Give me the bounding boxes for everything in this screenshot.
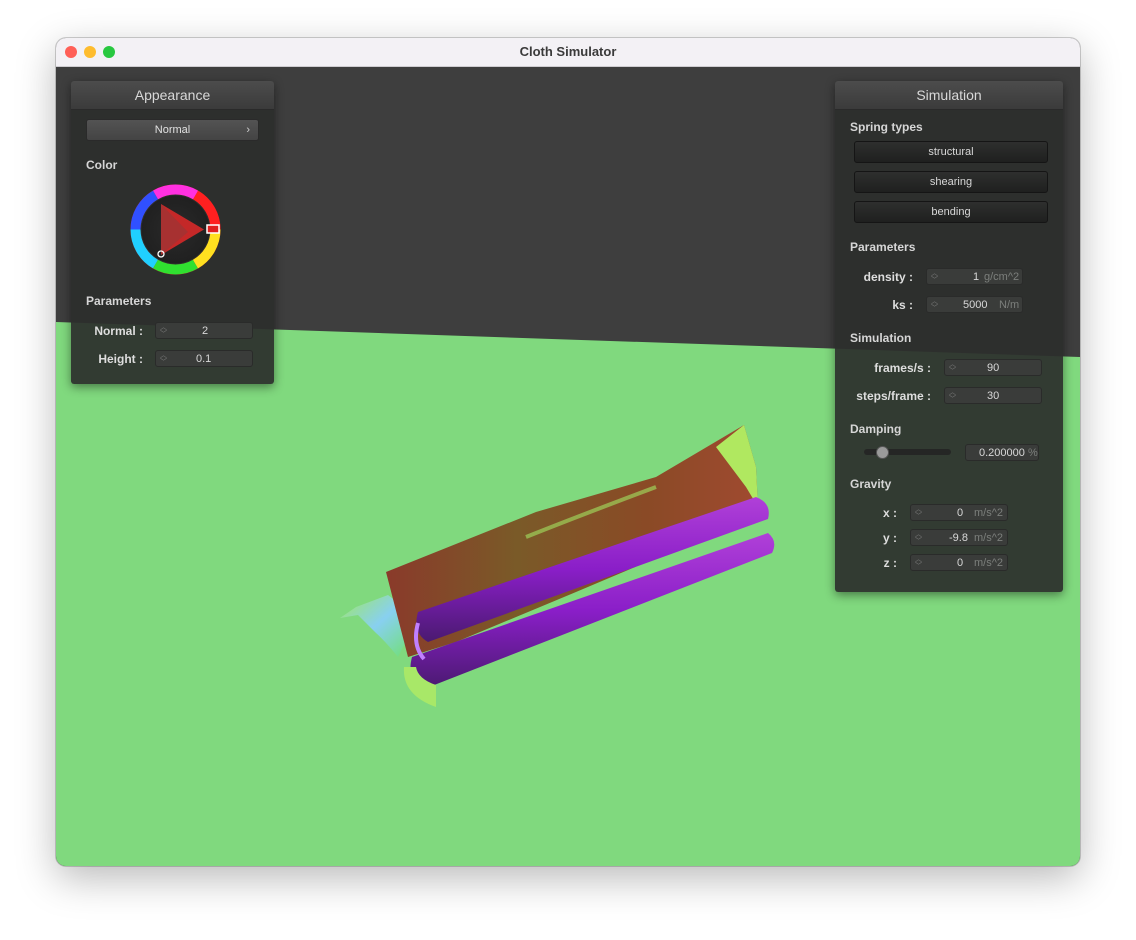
simulation-section-label: Simulation — [850, 331, 912, 345]
simulation-panel: Simulation Spring types structural shear… — [835, 81, 1063, 592]
spring-types-label: Spring types — [850, 120, 923, 134]
height-field[interactable]: ︿ ﹀ 0.1 — [155, 350, 253, 367]
appearance-panel-title: Appearance — [71, 81, 274, 110]
damping-unit: % — [1028, 447, 1038, 459]
gravity-y-label: y : — [882, 531, 897, 545]
color-wheel[interactable] — [128, 182, 223, 277]
hue-ring-green — [153, 259, 198, 275]
stepper-icon[interactable]: ︿ ﹀ — [931, 298, 938, 312]
steps-value: 30 — [987, 390, 1000, 402]
gravity-z-value: 0 — [957, 557, 964, 569]
normal-value: 2 — [202, 325, 209, 337]
steps-field[interactable]: ︿ ﹀ 30 — [944, 387, 1042, 404]
stepper-icon[interactable]: ︿ ﹀ — [915, 531, 922, 545]
window-title: Cloth Simulator — [519, 44, 617, 59]
damping-field[interactable]: 0.200000 % — [965, 444, 1039, 461]
gravity-label: Gravity — [850, 477, 892, 491]
title-bar: Cloth Simulator — [56, 38, 1080, 67]
frames-field[interactable]: ︿ ﹀ 90 — [944, 359, 1042, 376]
damping-value: 0.200000 — [979, 447, 1025, 459]
shearing-toggle[interactable]: shearing — [854, 171, 1048, 193]
hue-ring-magenta — [153, 184, 198, 200]
ks-field[interactable]: ︿ ﹀ 5000 N/m — [926, 296, 1023, 313]
gravity-y-field[interactable]: ︿ ﹀ -9.8 m/s^2 — [910, 529, 1008, 546]
appearance-panel: Appearance Normal › Color Parameters Nor… — [71, 81, 274, 384]
density-unit: g/cm^2 — [984, 271, 1020, 283]
stepper-icon[interactable]: ︿ ﹀ — [931, 270, 938, 284]
ks-value: 5000 — [963, 299, 988, 311]
stepper-icon[interactable]: ︿ ﹀ — [949, 389, 956, 403]
stepper-icon[interactable]: ︿ ﹀ — [160, 324, 167, 338]
density-field[interactable]: ︿ ﹀ 1 g/cm^2 — [926, 268, 1023, 285]
height-label: Height : — [98, 352, 143, 366]
simulation-panel-title: Simulation — [835, 81, 1063, 110]
normal-label: Normal : — [94, 324, 143, 338]
gravity-x-unit: m/s^2 — [974, 507, 1003, 519]
stepper-icon[interactable]: ︿ ﹀ — [160, 352, 167, 366]
simulation-parameters-label: Parameters — [850, 240, 916, 254]
chevron-right-icon: › — [246, 124, 250, 136]
ks-unit: N/m — [999, 299, 1020, 311]
app-window: Cloth Simulator Appearance Normal › Colo… — [56, 38, 1080, 866]
frames-label: frames/s : — [874, 361, 931, 375]
bending-toggle[interactable]: bending — [854, 201, 1048, 223]
simulation-viewport[interactable]: Appearance Normal › Color Parameters Nor… — [56, 67, 1080, 866]
density-label: density : — [863, 270, 913, 284]
density-value: 1 — [973, 271, 980, 283]
gravity-y-unit: m/s^2 — [974, 532, 1003, 544]
gravity-x-value: 0 — [957, 507, 964, 519]
color-label: Color — [86, 158, 118, 172]
ks-label: ks : — [892, 298, 913, 312]
stepper-icon[interactable]: ︿ ﹀ — [915, 556, 922, 570]
hue-selector[interactable] — [206, 224, 220, 234]
shader-dropdown[interactable]: Normal › — [86, 119, 259, 141]
steps-label: steps/frame : — [856, 389, 931, 403]
normal-field[interactable]: ︿ ﹀ 2 — [155, 322, 253, 339]
gravity-y-value: -9.8 — [949, 532, 968, 544]
gravity-z-field[interactable]: ︿ ﹀ 0 m/s^2 — [910, 554, 1008, 571]
damping-slider[interactable] — [864, 446, 951, 459]
structural-toggle[interactable]: structural — [854, 141, 1048, 163]
gravity-z-unit: m/s^2 — [974, 557, 1003, 569]
gravity-x-field[interactable]: ︿ ﹀ 0 m/s^2 — [910, 504, 1008, 521]
stepper-icon[interactable]: ︿ ﹀ — [949, 361, 956, 375]
frames-value: 90 — [987, 362, 1000, 374]
gravity-x-label: x : — [882, 506, 897, 520]
shader-dropdown-value: Normal — [154, 124, 191, 136]
damping-slider-knob[interactable] — [876, 446, 890, 459]
damping-label: Damping — [850, 422, 902, 436]
height-value: 0.1 — [196, 353, 212, 365]
gravity-z-label: z : — [883, 556, 897, 570]
appearance-parameters-label: Parameters — [86, 294, 152, 308]
stepper-icon[interactable]: ︿ ﹀ — [915, 506, 922, 520]
